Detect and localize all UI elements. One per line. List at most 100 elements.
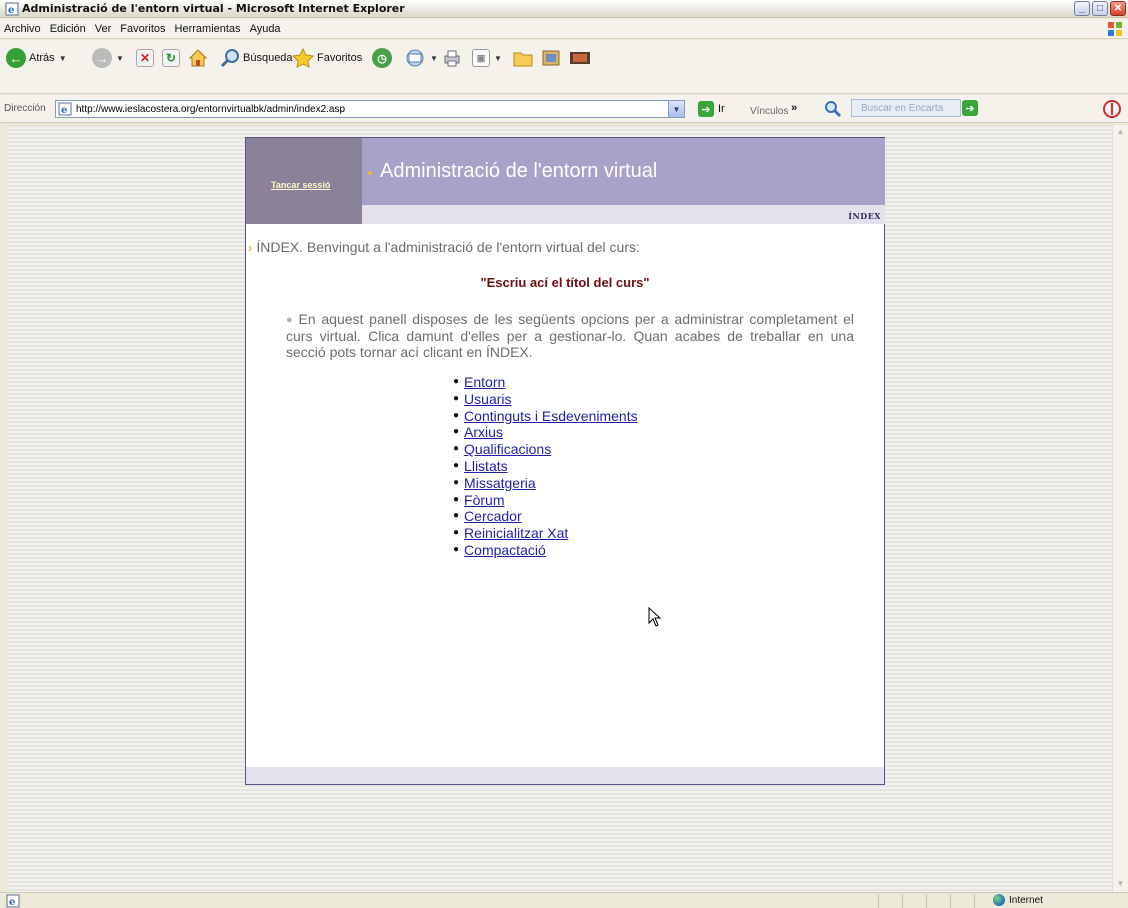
window-controls: _ □ ✕ xyxy=(1074,1,1126,16)
favorites-button[interactable]: Favoritos xyxy=(292,47,362,69)
page-title: Administració de l'entorn virtual xyxy=(380,160,658,182)
back-label: Atrás xyxy=(29,52,55,64)
mail-icon xyxy=(406,49,424,67)
compactacio-link[interactable]: Compactació xyxy=(464,542,546,559)
go-arrow-icon: ➔ xyxy=(698,101,714,117)
magnifier-icon xyxy=(220,49,239,68)
stop-button[interactable]: ✕ xyxy=(136,47,154,69)
edit-button[interactable]: ▣ ▼ xyxy=(472,47,502,69)
menu-item-missatgeria: ● Missatgeria xyxy=(453,474,536,492)
star-icon xyxy=(292,48,314,68)
home-button[interactable] xyxy=(188,47,208,69)
back-button[interactable]: ← Atrás ▼ xyxy=(6,47,67,69)
description-text: En aquest panell disposes de les següent… xyxy=(286,311,854,360)
reinicialitzar-xat-link[interactable]: Reinicialitzar Xat xyxy=(464,525,568,542)
zone-label: Internet xyxy=(1009,894,1043,906)
qualificacions-link[interactable]: Qualificacions xyxy=(464,441,551,458)
mail-button[interactable]: ▼ xyxy=(404,47,438,69)
window-title: Administració de l'entorn virtual - Micr… xyxy=(22,2,405,15)
chevron-down-icon[interactable]: ▼ xyxy=(668,101,684,117)
arrow-bullet-icon: › xyxy=(248,240,253,255)
forum-link[interactable]: Fòrum xyxy=(464,492,504,509)
translate-icon[interactable] xyxy=(1102,99,1122,119)
menu-herramientas[interactable]: Herramientas xyxy=(175,23,241,35)
menu-ver[interactable]: Ver xyxy=(95,23,112,35)
search-label: Búsqueda xyxy=(243,52,293,64)
llistats-link[interactable]: Llistats xyxy=(464,458,508,475)
links-label: Vínculos xyxy=(750,106,789,117)
menu-item-compactacio: ● Compactació xyxy=(453,541,546,559)
browser-window: e Administració de l'entorn virtual - Mi… xyxy=(0,0,1128,908)
close-button[interactable]: ✕ xyxy=(1110,1,1126,16)
printer-icon xyxy=(444,50,460,67)
folder-button[interactable] xyxy=(512,47,534,69)
menu-item-entorn: ● Entorn xyxy=(453,374,506,391)
svg-text:e: e xyxy=(9,897,15,908)
bullet-icon xyxy=(368,171,372,175)
scroll-down-icon[interactable]: ▼ xyxy=(1115,879,1126,890)
logout-link[interactable]: Tancar sessió xyxy=(271,180,330,190)
intro-strong: ÍNDEX xyxy=(256,239,300,255)
entorn-link[interactable]: Entorn xyxy=(464,374,505,391)
arxius-link[interactable]: Arxius xyxy=(464,424,503,441)
forward-button[interactable]: → ▼ xyxy=(92,47,124,69)
menu-archivo[interactable]: Archivo xyxy=(4,23,41,35)
print-button[interactable] xyxy=(442,47,462,69)
encarta-search-input[interactable]: Buscar en Encarta xyxy=(851,99,961,117)
address-input[interactable]: e http://www.ieslacostera.org/entornvirt… xyxy=(55,100,685,118)
security-zone: Internet xyxy=(993,894,1043,906)
status-bar: e Internet xyxy=(0,892,1128,908)
dot-bullet-icon: ● xyxy=(286,314,295,326)
media-button[interactable] xyxy=(568,47,592,69)
page-done-icon: e xyxy=(6,894,20,908)
chevron-right-icon: » xyxy=(791,102,798,114)
stop-icon: ✕ xyxy=(136,49,154,67)
menu-item-qualificacions: ● Qualificacions xyxy=(453,441,552,458)
home-icon xyxy=(188,49,208,67)
cercador-link[interactable]: Cercador xyxy=(464,508,522,525)
vertical-scrollbar[interactable]: ▲ ▼ xyxy=(1112,125,1128,892)
links-button[interactable]: Vínculos » xyxy=(750,102,797,117)
title-bar: e Administració de l'entorn virtual - Mi… xyxy=(0,0,1128,18)
search-button[interactable]: Búsqueda xyxy=(220,47,293,69)
back-arrow-icon: ← xyxy=(6,48,26,68)
status-divider xyxy=(878,894,879,908)
forward-arrow-icon: → xyxy=(92,48,112,68)
chevron-down-icon: ▼ xyxy=(116,53,124,63)
missatgeria-link[interactable]: Missatgeria xyxy=(464,475,536,492)
page-header: Administració de l'entorn virtual xyxy=(362,138,885,205)
mouse-cursor-icon xyxy=(648,607,662,627)
scroll-up-icon[interactable]: ▲ xyxy=(1115,127,1126,138)
usuaris-link[interactable]: Usuaris xyxy=(464,391,511,408)
maximize-button[interactable]: □ xyxy=(1092,1,1108,16)
index-link[interactable]: ÍNDEX xyxy=(848,211,881,221)
admin-menu: ● Entorn ● Usuaris ● Continguts i Esdevenim… xyxy=(453,374,638,559)
standard-toolbar: ← Atrás ▼ → ▼ ✕ ↻ Búsqueda Favoritos ◷ ▼… xyxy=(0,40,1128,94)
refresh-button[interactable]: ↻ xyxy=(162,47,180,69)
windows-logo-icon xyxy=(1108,22,1122,36)
menu-ayuda[interactable]: Ayuda xyxy=(250,23,281,35)
media-icon xyxy=(570,52,590,64)
globe-icon xyxy=(993,894,1005,906)
menu-item-cercador: ● Cercador xyxy=(453,508,522,525)
history-button[interactable]: ◷ xyxy=(372,47,392,69)
minimize-button[interactable]: _ xyxy=(1074,1,1090,16)
address-bar: Dirección e http://www.ieslacostera.org/… xyxy=(0,95,1128,123)
chevron-down-icon: ▼ xyxy=(494,53,502,63)
menu-item-usuaris: ● Usuaris xyxy=(453,390,512,408)
messenger-button[interactable] xyxy=(540,47,562,69)
menu-item-arxius: ● Arxius xyxy=(453,424,503,441)
menu-item-reinicialitzar-xat: ● Reinicialitzar Xat xyxy=(453,525,569,542)
status-divider xyxy=(902,894,903,908)
description: ● En aquest panell disposes de les següen… xyxy=(286,311,854,360)
address-label: Dirección xyxy=(4,103,46,114)
continguts-link[interactable]: Continguts i Esdeveniments xyxy=(464,408,638,425)
course-title: "Escriu ací el títol del curs" xyxy=(480,275,650,290)
go-button[interactable]: ➔ Ir xyxy=(698,101,725,117)
encarta-search-icon[interactable] xyxy=(822,100,842,118)
menu-edicion[interactable]: Edición xyxy=(50,23,86,35)
encarta-go-icon[interactable]: ➔ xyxy=(962,100,978,116)
refresh-icon: ↻ xyxy=(162,49,180,67)
menu-favoritos[interactable]: Favoritos xyxy=(120,23,165,35)
status-divider xyxy=(950,894,951,908)
